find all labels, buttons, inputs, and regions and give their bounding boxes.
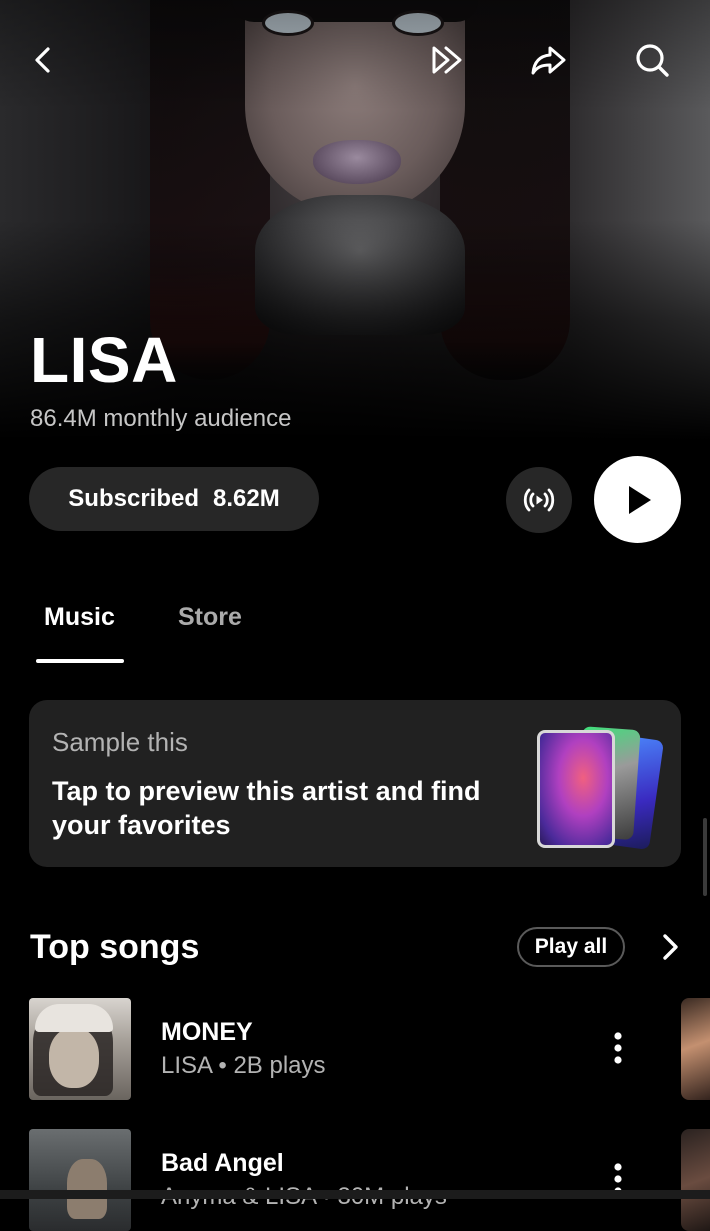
share-button[interactable]: [524, 36, 572, 84]
top-songs-title: Top songs: [30, 928, 200, 966]
hero-lips: [313, 140, 401, 184]
tab-music[interactable]: Music: [44, 600, 115, 634]
sample-card-title: Sample this: [52, 727, 188, 757]
play-button[interactable]: [594, 456, 681, 543]
vertical-ellipsis-icon: [614, 1032, 622, 1064]
next-column-thumbnail[interactable]: [681, 1129, 710, 1231]
artist-name: LISA: [30, 324, 178, 396]
hero-top-shade: [0, 0, 710, 110]
sample-card-description: Tap to preview this artist and find your…: [52, 776, 481, 840]
play-icon: [628, 485, 651, 514]
shuffle-play-button[interactable]: [424, 36, 472, 84]
song-subtitle: LISA • 2B plays: [161, 1052, 326, 1079]
chevron-left-icon: [35, 47, 50, 73]
search-button[interactable]: [628, 36, 676, 84]
song-title: MONEY: [161, 1018, 253, 1046]
scrollbar[interactable]: [703, 818, 707, 896]
search-icon: [636, 44, 669, 77]
song-row[interactable]: Bad Angel Anyma & LISA • 30M plays: [29, 1129, 710, 1231]
radio-button[interactable]: [506, 467, 572, 533]
thumbnail-figure: [67, 1159, 107, 1219]
tab-selected-indicator: [36, 659, 124, 663]
subscriber-count: 8.62M: [213, 485, 280, 512]
thumbnail-cap: [35, 1004, 113, 1032]
song-title: Bad Angel: [161, 1149, 284, 1177]
tab-store[interactable]: Store: [178, 600, 242, 634]
share-arrow-icon: [531, 46, 566, 75]
subscribed-button[interactable]: Subscribed 8.62M: [29, 467, 319, 531]
thumbnail-face: [49, 1028, 99, 1088]
bottom-edge: [0, 1190, 710, 1199]
song-thumbnail: [29, 1129, 131, 1231]
sample-card-art-front: [537, 730, 615, 848]
play-all-button[interactable]: Play all: [517, 927, 625, 967]
song-more-button[interactable]: [601, 1026, 635, 1070]
subscribed-label: Subscribed: [68, 485, 199, 512]
song-row[interactable]: MONEY LISA • 2B plays: [29, 998, 710, 1100]
sample-this-card[interactable]: Sample this Tap to preview this artist a…: [29, 700, 681, 867]
song-thumbnail: [29, 998, 131, 1100]
next-column-thumbnail[interactable]: [681, 998, 710, 1100]
monthly-audience: 86.4M monthly audience: [30, 405, 292, 432]
double-chevron-icon: [432, 46, 462, 74]
radio-broadcast-icon: [523, 488, 555, 512]
back-button[interactable]: [20, 36, 68, 84]
chevron-right-icon[interactable]: [656, 930, 686, 964]
sample-card-artwork: [529, 718, 669, 851]
